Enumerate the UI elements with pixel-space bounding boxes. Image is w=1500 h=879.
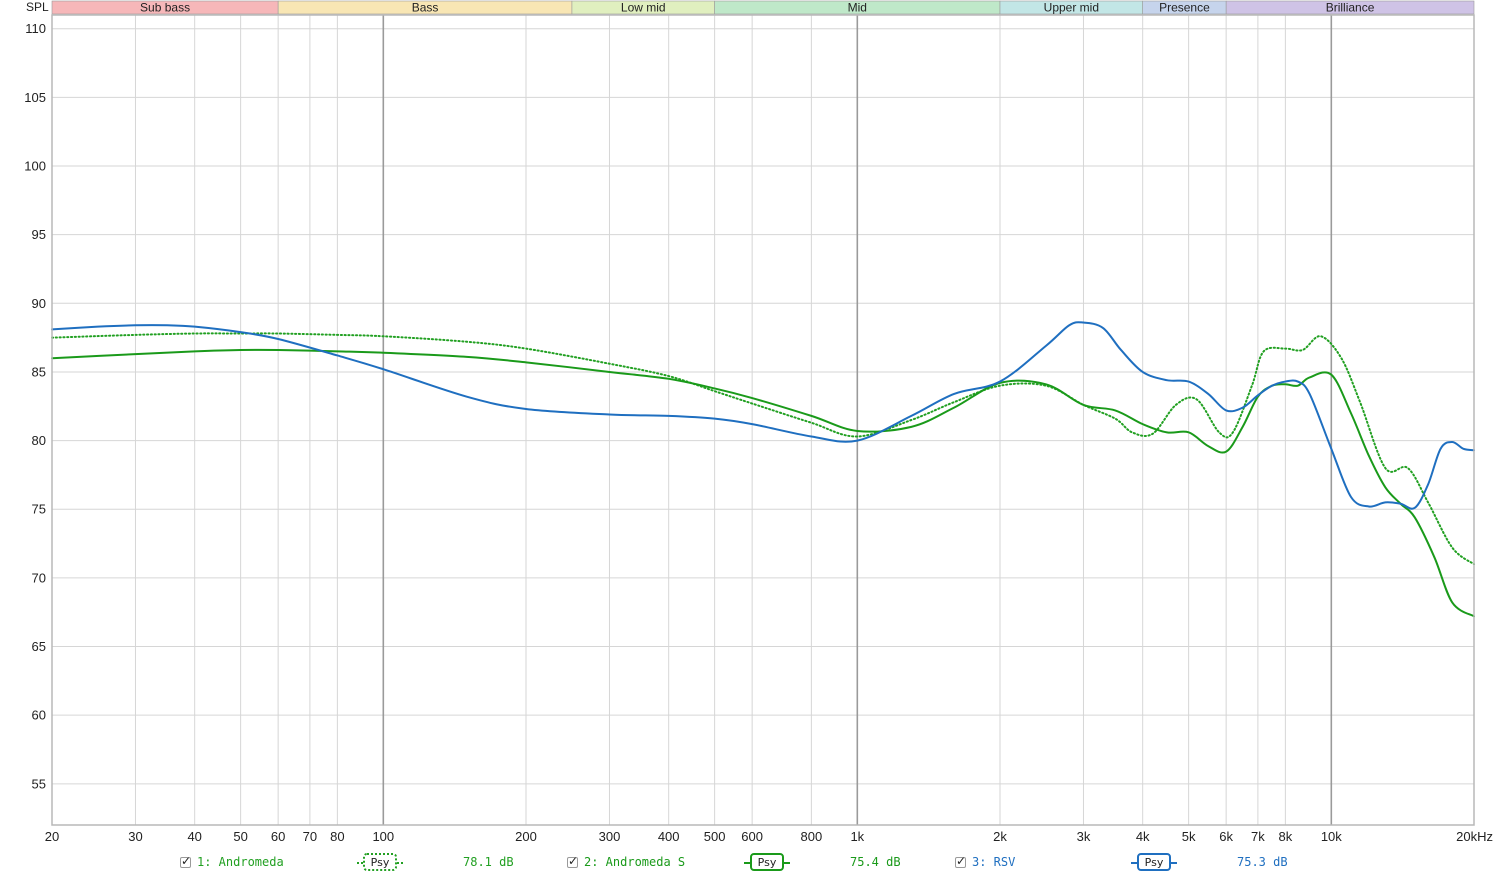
band-label: Bass [412,1,439,15]
x-tick-labels: 20 30 40 50 60 70 80 100 200 300 400 500 600 800 1k 2k 3… [45,829,1493,844]
y-tick-label: 65 [32,639,46,654]
frequency-bands: Sub bass Bass Low mid Mid Upper mid Presence B… [51,1,1475,15]
plot-area [52,15,1474,825]
x-tick-label: 60 [271,829,285,844]
band-label: Upper mid [1044,1,1099,15]
psy-button-2[interactable]: Psy [744,853,790,871]
y-tick-label: 110 [25,21,46,36]
x-tick-label: 80 [330,829,344,844]
x-tick-label: 10k [1321,829,1342,844]
x-tick-label: 50 [233,829,247,844]
x-tick-label: 40 [187,829,201,844]
y-axis-label: SPL [26,0,49,14]
band-label: Mid [848,1,867,15]
x-tick-label: 7k [1251,829,1265,844]
legend: 1: Andromeda Psy 78.1 dB 2: Andromeda S … [0,851,1500,875]
frequency-response-chart: Sub bass Bass Low mid Mid Upper mid Presence B… [24,0,1493,844]
psy-button-3[interactable]: Psy [1131,853,1177,871]
legend-item-1[interactable]: 1: Andromeda [180,854,284,869]
x-tick-label: 6k [1219,829,1233,844]
legend-checkbox-1[interactable] [180,854,191,868]
legend-checkbox-3[interactable] [955,854,966,868]
y-tick-label: 70 [32,570,46,585]
y-tick-label: 60 [32,708,46,723]
x-tick-label: 3k [1077,829,1091,844]
legend-value-2: 75.4 dB [850,855,901,869]
x-tick-label: 400 [658,829,680,844]
y-tick-label: 55 [32,776,46,791]
x-tick-label: 4k [1136,829,1150,844]
y-tick-label: 100 [24,159,46,174]
x-tick-label: 800 [801,829,823,844]
band-label: Sub bass [140,1,190,15]
band-label: Brilliance [1326,1,1375,15]
legend-value-1: 78.1 dB [463,855,514,869]
x-tick-label: 70 [303,829,317,844]
x-tick-label: 2k [993,829,1007,844]
x-tick-label: 30 [128,829,142,844]
y-tick-label: 85 [32,364,46,379]
x-tick-label: 5k [1182,829,1196,844]
x-tick-label: 600 [741,829,763,844]
y-tick-label: 80 [32,433,46,448]
legend-value-3: 75.3 dB [1237,855,1288,869]
y-tick-label: 90 [32,296,46,311]
x-tick-label: 8k [1279,829,1293,844]
legend-label-2: 2: Andromeda S [584,855,686,869]
x-tick-label: 20kHz [1456,829,1493,844]
band-label: Low mid [621,1,666,15]
x-tick-label: 1k [850,829,864,844]
x-tick-label: 100 [372,829,394,844]
y-tick-labels: 55 60 65 70 75 80 85 90 95 100 105 110 [24,21,46,791]
x-tick-label: 500 [704,829,726,844]
legend-item-2[interactable]: 2: Andromeda S [567,854,686,869]
psy-button-1[interactable]: Psy [357,853,403,871]
y-tick-label: 75 [32,502,46,517]
legend-item-3[interactable]: 3: RSV [955,854,1016,869]
y-tick-label: 105 [24,90,46,105]
x-tick-label: 200 [515,829,537,844]
legend-label-1: 1: Andromeda [197,855,284,869]
band-label: Presence [1159,1,1210,15]
y-tick-label: 95 [32,227,46,242]
x-tick-label: 20 [45,829,59,844]
x-tick-label: 300 [599,829,621,844]
legend-checkbox-2[interactable] [567,854,578,868]
legend-label-3: 3: RSV [972,855,1016,869]
